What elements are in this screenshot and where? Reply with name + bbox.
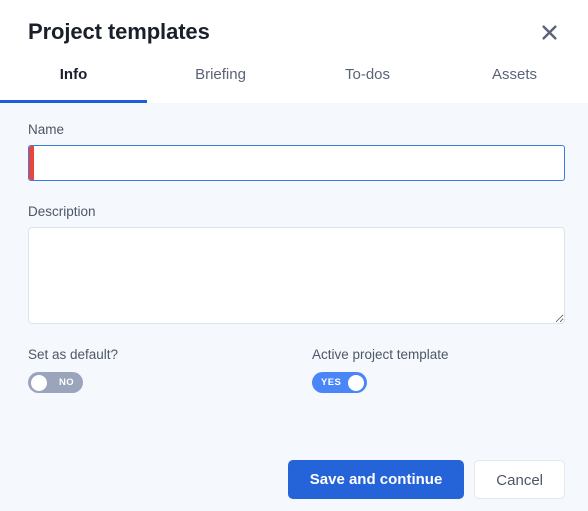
tab-briefing-label: Briefing — [195, 66, 246, 83]
tab-bar: Info Briefing To-dos Assets — [0, 65, 588, 103]
toggle-knob — [348, 374, 364, 391]
cancel-button[interactable]: Cancel — [474, 460, 565, 499]
tab-info-label: Info — [59, 66, 88, 83]
required-indicator — [29, 146, 34, 180]
description-field-label: Description — [28, 204, 96, 219]
toggle-row: Set as default? NO Active project templa… — [28, 346, 565, 393]
modal-header: Project templates Info Briefing To-dos A… — [0, 0, 588, 103]
active-project-template-state: YES — [321, 377, 342, 388]
active-project-template-toggle[interactable]: YES — [312, 372, 367, 393]
name-input[interactable] — [42, 146, 560, 180]
set-as-default-group: Set as default? NO — [28, 346, 312, 393]
description-textarea[interactable] — [28, 227, 565, 324]
tab-info[interactable]: Info — [0, 65, 147, 103]
name-field-label: Name — [28, 122, 65, 137]
save-and-continue-button[interactable]: Save and continue — [287, 460, 465, 499]
close-button[interactable] — [536, 19, 562, 45]
page-title: Project templates — [28, 19, 210, 44]
tab-assets-label: Assets — [491, 66, 537, 83]
tab-assets[interactable]: Assets — [441, 65, 588, 103]
project-templates-modal: Project templates Info Briefing To-dos A… — [0, 0, 588, 511]
active-project-template-label: Active project template — [312, 347, 449, 362]
set-as-default-state: NO — [58, 377, 74, 388]
toggle-knob — [31, 374, 47, 391]
modal-footer: Save and continue Cancel — [287, 460, 565, 499]
title-row: Project templates — [0, 0, 588, 46]
tab-to-dos[interactable]: To-dos — [294, 65, 441, 103]
close-icon — [541, 24, 558, 41]
tab-to-dos-label: To-dos — [344, 66, 391, 83]
set-as-default-toggle[interactable]: NO — [28, 372, 83, 393]
active-project-template-group: Active project template YES — [312, 346, 449, 393]
set-as-default-label: Set as default? — [28, 347, 119, 362]
name-input-wrapper[interactable] — [28, 145, 565, 181]
tab-briefing[interactable]: Briefing — [147, 65, 294, 103]
modal-body: Name Description Set as default? NO Acti… — [0, 103, 588, 393]
